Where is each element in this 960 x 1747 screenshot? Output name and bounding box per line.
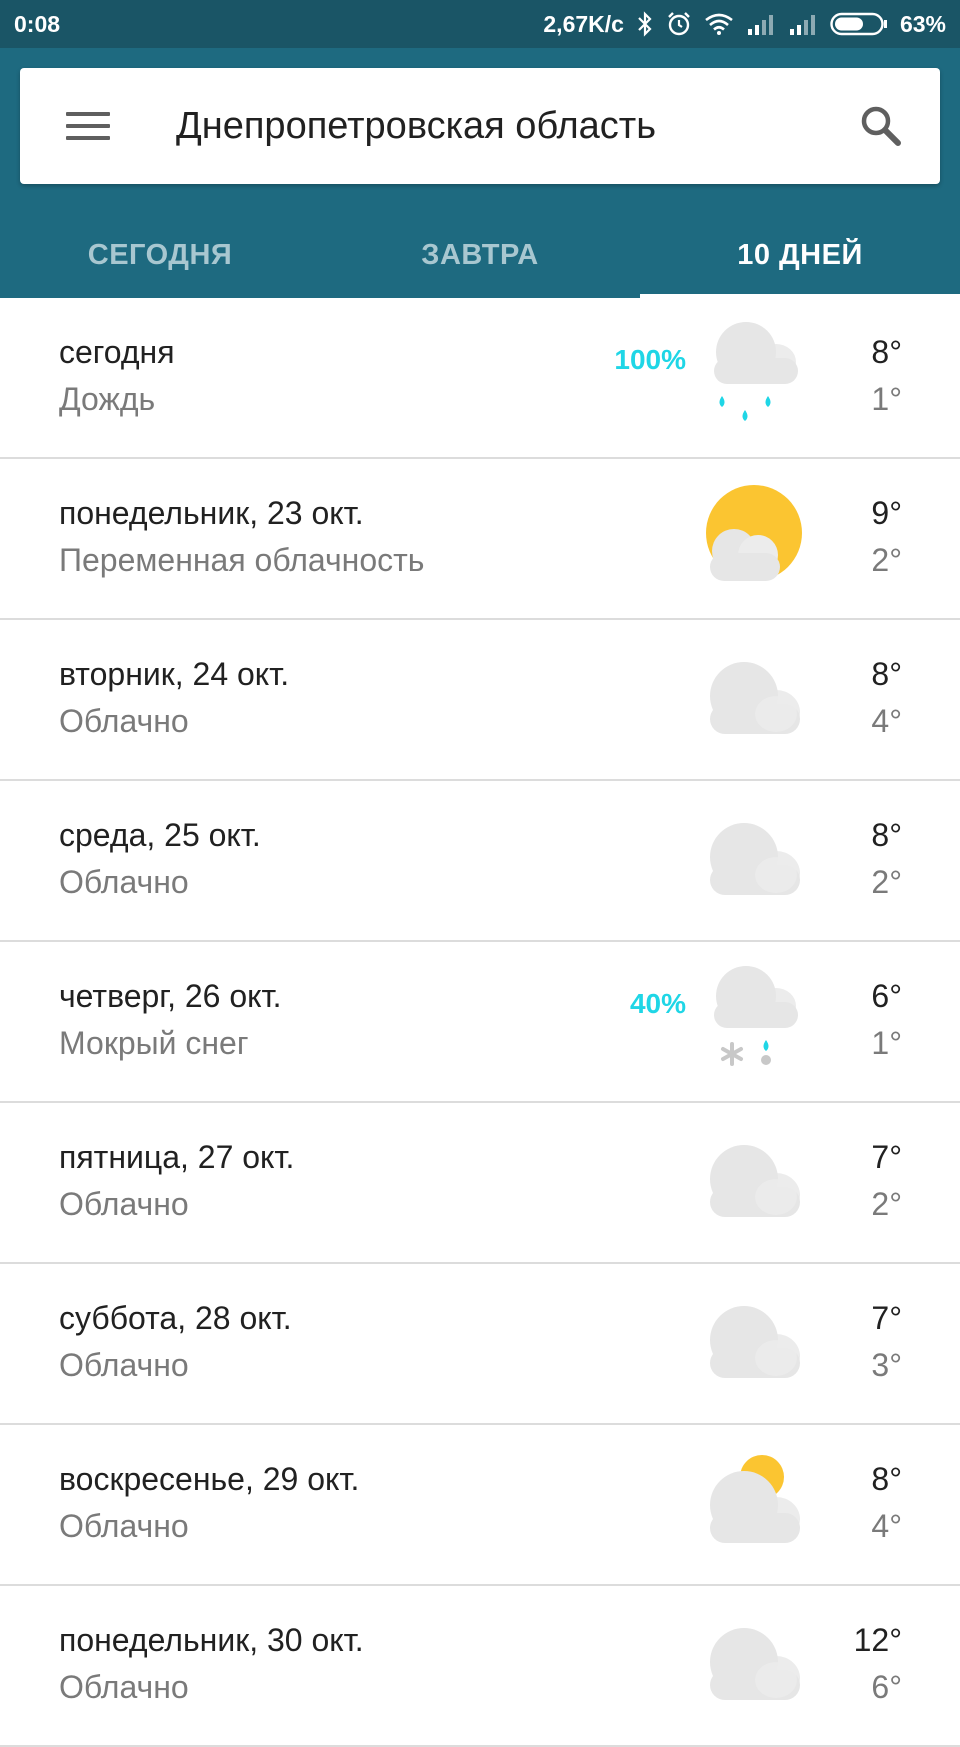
tab-today[interactable]: СЕГОДНЯ [0, 212, 320, 298]
temp-high: 12° [853, 1622, 902, 1658]
temp-low: 2° [871, 542, 902, 578]
temp-high: 8° [871, 817, 902, 853]
temp-low: 2° [871, 864, 902, 900]
forecast-row[interactable]: среда, 25 окт. Облачно 8° 2° [0, 781, 960, 942]
forecast-condition: Облачно [59, 1186, 189, 1222]
cloudy-weather-icon [686, 1604, 806, 1724]
forecast-day: воскресенье, 29 окт. [59, 1461, 360, 1497]
sleet-weather-icon [686, 960, 806, 1080]
temp-low: 1° [871, 1025, 902, 1061]
forecast-condition: Облачно [59, 1669, 189, 1705]
forecast-row[interactable]: четверг, 26 окт. Мокрый снег 40% 6° 1° [0, 942, 960, 1103]
signal-icon [746, 13, 776, 35]
temp-high: 8° [871, 334, 902, 370]
battery-percent: 63% [899, 10, 946, 37]
status-time: 0:08 [14, 10, 61, 37]
net-speed: 2,67K/c [543, 10, 624, 37]
forecast-day: среда, 25 окт. [59, 817, 261, 853]
temp-high: 9° [871, 495, 902, 531]
forecast-condition: Переменная облачность [59, 542, 425, 578]
signal-icon [788, 13, 818, 35]
temp-high: 8° [871, 1461, 902, 1497]
forecast-condition: Дождь [59, 381, 156, 417]
forecast-day: сегодня [59, 334, 175, 370]
temp-low: 6° [871, 1669, 902, 1705]
forecast-row[interactable]: понедельник, 30 окт. Облачно 12° 6° [0, 1586, 960, 1747]
forecast-day: пятница, 27 окт. [59, 1139, 295, 1175]
rain-weather-icon [686, 316, 806, 436]
tab-10-days[interactable]: 10 ДНЕЙ [640, 212, 960, 298]
forecast-condition: Облачно [59, 703, 189, 739]
cloudy-weather-icon [686, 638, 806, 758]
forecast-row[interactable]: суббота, 28 окт. Облачно 7° 3° [0, 1264, 960, 1425]
forecast-day: четверг, 26 окт. [59, 978, 282, 1014]
forecast-list: сегодня Дождь 100% 8° 1° понедельник, 23 окт.… [0, 298, 960, 1747]
app-header: Днепропетровская область СЕГОДНЯ ЗАВТРА … [0, 48, 960, 298]
cloudy-weather-icon [686, 1282, 806, 1402]
temp-low: 4° [871, 1508, 902, 1544]
forecast-day: понедельник, 23 окт. [59, 495, 364, 531]
wifi-icon [704, 12, 734, 36]
precip-chance: 40% [629, 988, 686, 1019]
partly-cloudy-weather-icon [686, 477, 806, 597]
forecast-condition: Мокрый снег [59, 1025, 249, 1061]
forecast-condition: Облачно [59, 1508, 189, 1544]
cloudy-weather-icon [686, 1121, 806, 1241]
status-indicators: 2,67K/c 63% [543, 11, 946, 38]
forecast-row[interactable]: вторник, 24 окт. Облачно 8° 4° [0, 620, 960, 781]
forecast-day: суббота, 28 окт. [59, 1300, 292, 1336]
alarm-icon [666, 11, 692, 37]
forecast-day: вторник, 24 окт. [59, 656, 290, 692]
forecast-row[interactable]: воскресенье, 29 окт. Облачно 8° 4° [0, 1425, 960, 1586]
search-card[interactable]: Днепропетровская область [20, 68, 940, 184]
forecast-row[interactable]: сегодня Дождь 100% 8° 1° [0, 298, 960, 459]
tab-tomorrow[interactable]: ЗАВТРА [320, 212, 640, 298]
search-icon[interactable] [856, 102, 904, 150]
temp-high: 7° [871, 1139, 902, 1175]
forecast-tabs: СЕГОДНЯ ЗАВТРА 10 ДНЕЙ [0, 212, 960, 298]
status-bar: 0:08 2,67K/c 63% [0, 0, 960, 48]
temp-low: 1° [871, 381, 902, 417]
temp-high: 8° [871, 656, 902, 692]
forecast-day: понедельник, 30 окт. [59, 1622, 364, 1658]
bluetooth-icon [636, 11, 654, 37]
battery-icon [830, 12, 888, 36]
hamburger-menu-icon[interactable] [64, 102, 112, 150]
forecast-row[interactable]: пятница, 27 окт. Облачно 7° 2° [0, 1103, 960, 1264]
cloudy-weather-icon [686, 799, 806, 919]
temp-low: 4° [871, 703, 902, 739]
mostly-cloudy-sun-weather-icon [686, 1443, 806, 1563]
forecast-row[interactable]: понедельник, 23 окт. Переменная облачност… [0, 459, 960, 620]
temp-low: 2° [871, 1186, 902, 1222]
precip-chance: 100% [614, 344, 686, 375]
temp-high: 6° [871, 978, 902, 1014]
forecast-condition: Облачно [59, 1347, 189, 1383]
temp-high: 7° [871, 1300, 902, 1336]
forecast-condition: Облачно [59, 864, 189, 900]
temp-low: 3° [871, 1347, 902, 1383]
location-title[interactable]: Днепропетровская область [176, 68, 656, 184]
